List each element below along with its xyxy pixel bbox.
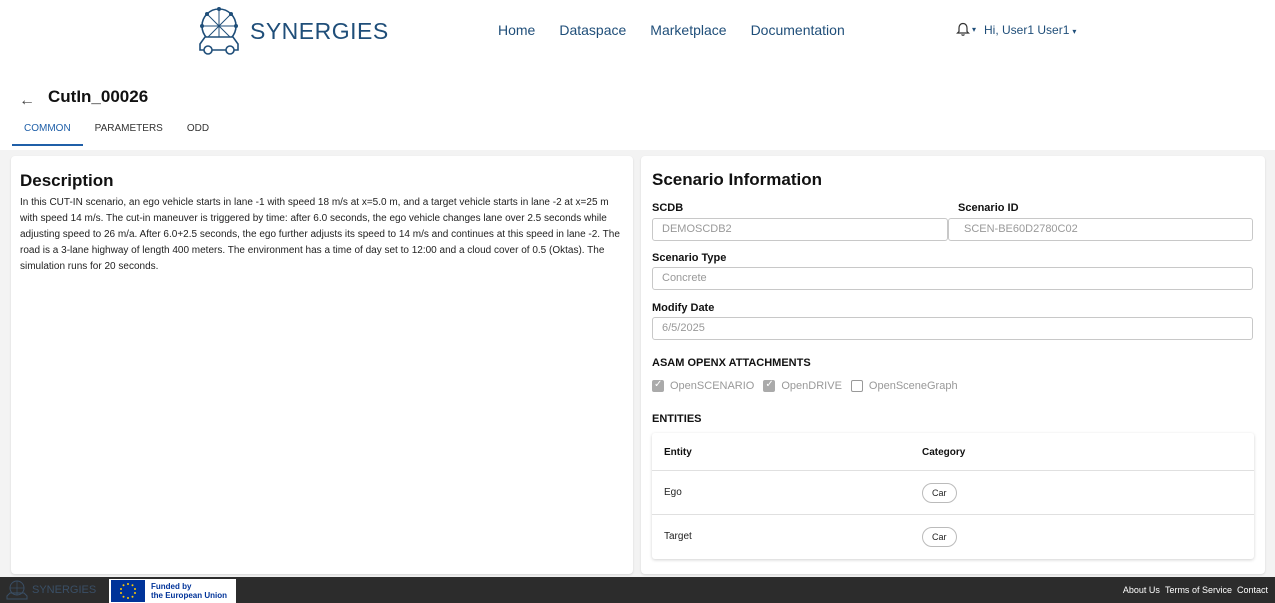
nav-dataspace-link[interactable]: Dataspace [559,22,626,38]
opendrive-checkbox[interactable]: OpenDRIVE [763,379,842,392]
entity-cell: Target [664,531,692,542]
notification-caret-icon[interactable]: ▾ [972,25,976,34]
user-area: ▾ Hi, User1 User1 ▾ [956,22,1076,37]
column-header-category: Category [922,447,966,458]
eu-text-line1: Funded by [151,582,192,591]
table-row[interactable]: Ego Car [652,471,1254,515]
checkbox-unchecked-icon [850,380,863,392]
scenario-info-heading: Scenario Information [652,170,823,189]
openscenario-checkbox[interactable]: OpenSCENARIO [652,379,755,392]
notification-bell-icon[interactable] [956,22,970,37]
nav-documentation-link[interactable]: Documentation [751,22,845,38]
scenario-type-label: Scenario Type [652,252,727,264]
scenario-type-field[interactable]: Concrete [652,267,1253,290]
attachments-label: ASAM OPENX ATTACHMENTS [652,357,811,369]
eu-flag-icon [111,580,145,602]
nav-marketplace-link[interactable]: Marketplace [650,22,726,38]
footer-link-about[interactable]: About Us [1123,585,1160,595]
category-chip: Car [922,527,957,547]
entities-label: ENTITIES [652,413,702,425]
table-header: Entity Category [652,433,1254,471]
tab-parameters[interactable]: PARAMETERS [83,124,175,146]
category-chip: Car [922,483,957,503]
scdb-label: SCDB [652,202,684,214]
scenario-id-field[interactable]: SCEN-BE60D2780C02 [948,218,1253,241]
openscenegraph-checkbox[interactable]: OpenSceneGraph [850,380,958,392]
footer-link-contact[interactable]: Contact [1237,585,1268,595]
modify-date-field[interactable]: 6/5/2025 [652,317,1253,340]
footer-brand-name: SYNERGIES [32,584,97,596]
scenario-info-card: Scenario Information SCDB DEMOSCDB2 Scen… [641,156,1265,574]
nav-home-link[interactable]: Home [498,22,535,38]
user-menu-button[interactable]: Hi, User1 User1 ▾ [984,23,1076,37]
main-nav: Home Dataspace Marketplace Documentation [498,22,869,38]
tab-bar: COMMON PARAMETERS ODD [12,124,221,146]
description-text: In this CUT-IN scenario, an ego vehicle … [20,197,620,272]
eu-funding-badge: Funded by the European Union [109,579,236,603]
table-row[interactable]: Target Car [652,515,1254,559]
footer-links: About Us Terms of Service Contact [1118,585,1268,595]
tab-common[interactable]: COMMON [12,124,83,146]
brand-logo-link[interactable]: SYNERGIES [194,6,389,56]
synergies-logo-icon [199,7,239,55]
column-header-entity: Entity [664,447,692,458]
tab-odd[interactable]: ODD [175,124,221,146]
synergies-footer-logo-icon [6,580,28,600]
back-arrow-icon[interactable]: ← [19,92,35,110]
top-navbar: SYNERGIES Home Dataspace Marketplace Doc… [0,0,1275,62]
checkbox-checked-icon [652,379,664,392]
openscenegraph-label: OpenSceneGraph [868,380,958,392]
scdb-field[interactable]: DEMOSCDB2 [652,218,948,241]
footer-logo: SYNERGIES [2,579,96,601]
page-header: ← CutIn_00026 COMMON PARAMETERS ODD [0,62,1275,150]
eu-funding-text: Funded by the European Union [151,582,227,600]
openscenario-label: OpenSCENARIO [670,380,755,392]
opendrive-label: OpenDRIVE [781,380,842,392]
modify-date-label: Modify Date [652,302,715,314]
footer: SYNERGIES Funded by the European Union A… [0,577,1275,603]
scenario-id-value: SCEN-BE60D2780C02 [964,223,1078,235]
description-heading: Description [20,171,114,190]
scenario-id-label: Scenario ID [958,202,1019,214]
user-caret-icon: ▾ [1072,26,1077,36]
user-greeting: Hi, User1 User1 [984,22,1070,37]
checkbox-checked-icon [763,379,776,392]
brand-name: SYNERGIES [250,17,389,44]
eu-text-line2: the European Union [151,591,227,600]
entity-cell: Ego [664,487,682,498]
attachments-checkboxes: OpenSCENARIO OpenDRIVE OpenSceneGraph [652,379,967,392]
entities-table: Entity Category Ego Car Target Car [652,433,1254,559]
description-card: Description In this CUT-IN scenario, an … [11,156,633,574]
footer-link-terms[interactable]: Terms of Service [1165,585,1232,595]
page-title: CutIn_00026 [48,87,149,106]
